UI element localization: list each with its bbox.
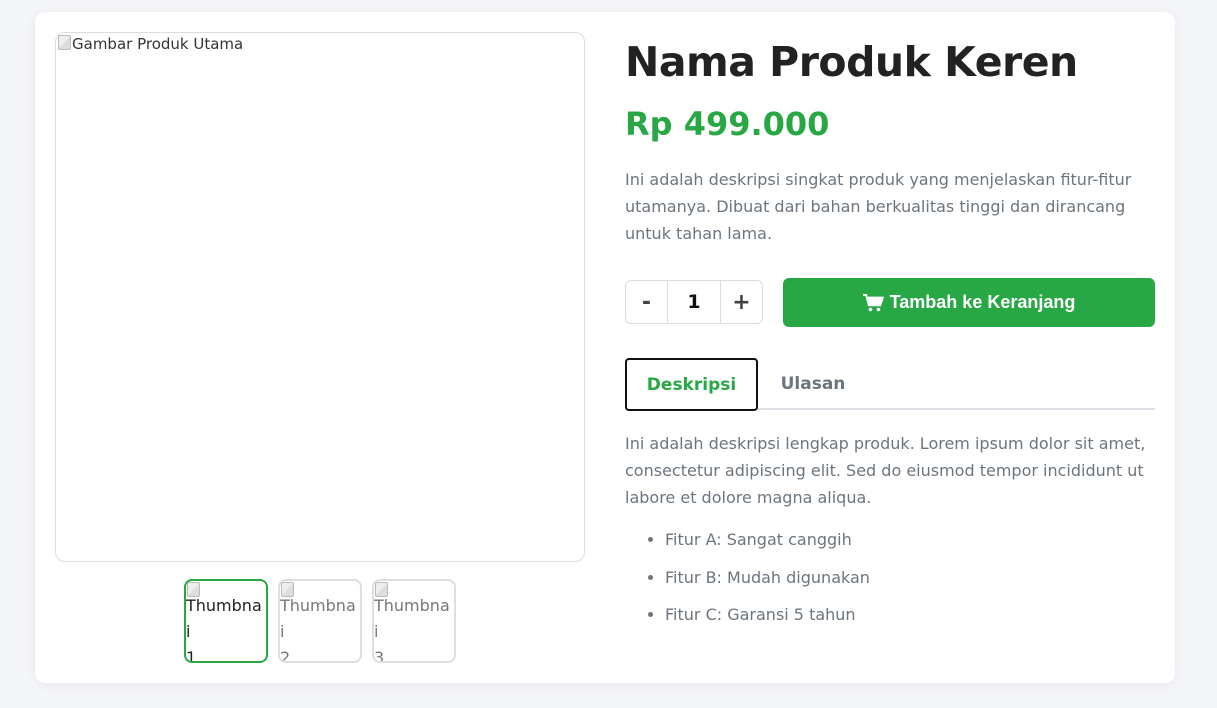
thumbnail-alt-line1: Thumbnai	[280, 596, 356, 641]
feature-item: Fitur C: Garansi 5 tahun	[665, 602, 870, 640]
thumbnail-3[interactable]: Thumbnai 3	[372, 579, 456, 663]
feature-item: Fitur A: Sangat canggih	[665, 527, 870, 565]
product-title: Nama Produk Keren	[625, 38, 1078, 86]
decrease-quantity-button[interactable]: -	[626, 281, 667, 323]
thumbnail-alt: Thumbnai 2	[280, 583, 360, 663]
thumbnail-alt: Thumbnai 1	[186, 583, 266, 663]
thumbnail-alt-line2: 2	[280, 648, 291, 663]
shopping-cart-icon	[862, 293, 884, 311]
broken-image-icon	[58, 35, 71, 50]
thumbnail-alt-line1: Thumbnai	[374, 596, 450, 641]
long-description: Ini adalah deskripsi lengkap produk. Lor…	[625, 434, 1146, 507]
quantity-stepper: - 1 +	[625, 280, 763, 324]
thumbnail-alt-line2: 1	[186, 648, 197, 663]
add-to-cart-button[interactable]: Tambah ke Keranjang	[783, 278, 1155, 327]
product-card: Gambar Produk Utama Thumbnai 1 Thumbnai …	[35, 12, 1175, 683]
thumbnail-list: Thumbnai 1 Thumbnai 2 Thumbnai 3	[184, 579, 456, 663]
product-tabs: Deskripsi Ulasan	[625, 358, 1155, 411]
add-to-cart-label: Tambah ke Keranjang	[889, 292, 1076, 312]
quantity-input[interactable]: 1	[667, 281, 721, 323]
main-product-image: Gambar Produk Utama	[55, 32, 585, 562]
thumbnail-alt-line2: 3	[374, 648, 385, 663]
thumbnail-alt-line1: Thumbnai	[186, 596, 262, 641]
thumbnail-alt: Thumbnai 3	[374, 583, 454, 663]
product-price: Rp 499.000	[625, 105, 830, 143]
tab-ulasan[interactable]: Ulasan	[758, 358, 868, 410]
feature-item: Fitur B: Mudah digunakan	[665, 565, 870, 603]
short-description: Ini adalah deskripsi singkat produk yang…	[625, 170, 1132, 243]
main-image-alt-text: Gambar Produk Utama	[72, 35, 244, 53]
increase-quantity-button[interactable]: +	[721, 281, 762, 323]
thumbnail-1[interactable]: Thumbnai 1	[184, 579, 268, 663]
thumbnail-2[interactable]: Thumbnai 2	[278, 579, 362, 663]
feature-list: Fitur A: Sangat canggih Fitur B: Mudah d…	[625, 527, 870, 640]
main-image-alt: Gambar Produk Utama	[58, 35, 243, 53]
tab-deskripsi[interactable]: Deskripsi	[625, 358, 758, 411]
